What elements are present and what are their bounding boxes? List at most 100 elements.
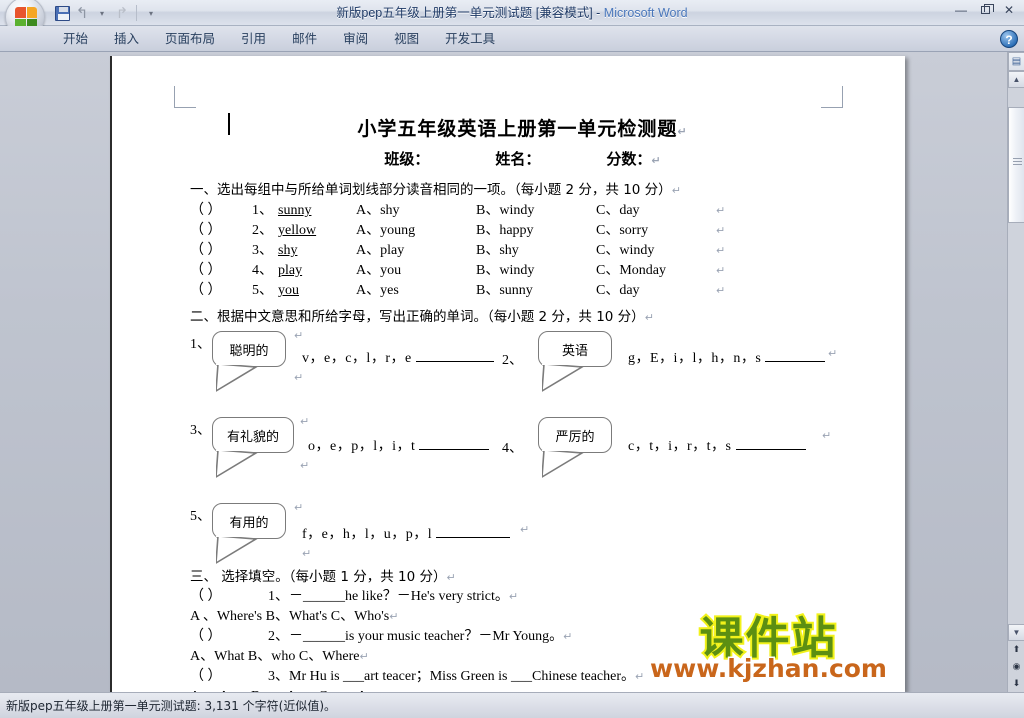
- tab-references[interactable]: 引用: [228, 27, 279, 51]
- tab-page-layout[interactable]: 页面布局: [152, 27, 228, 51]
- window-title: 新版pep五年级上册第一单元测试题 [兼容模式] - Microsoft Wor…: [0, 0, 1024, 26]
- status-text: 新版pep五年级上册第一单元测试题: 3,131 个字符(近似值)。: [6, 699, 337, 713]
- item-index: 1、: [190, 337, 211, 352]
- close-button[interactable]: ✕: [998, 1, 1020, 19]
- browse-icon: ▤: [1011, 56, 1022, 67]
- scrollbar-thumb[interactable]: [1008, 107, 1024, 223]
- table-row[interactable]: （ ） 3、 shy A、play B、shy C、windy ↵: [190, 241, 855, 261]
- chevron-up-icon: ▲: [1012, 75, 1021, 84]
- callout-bubble[interactable]: 英语: [538, 331, 612, 392]
- item-letters-text: f，e，h，l，u，p，l: [302, 527, 433, 542]
- option-c[interactable]: C、windy: [596, 241, 716, 261]
- tab-home[interactable]: 开始: [50, 27, 101, 51]
- item-letters: g，E，i，l，h，n，s: [628, 347, 826, 367]
- callout-bubble[interactable]: 严厉的: [538, 417, 612, 478]
- question-text: Mr Hu is ___art teacer；Miss Green is ___…: [289, 669, 636, 684]
- scroll-up-button[interactable]: ▲: [1008, 71, 1024, 88]
- scroll-down-button[interactable]: ▼: [1008, 624, 1024, 641]
- minimize-icon: —: [955, 3, 967, 17]
- row-number: 1、: [252, 203, 273, 218]
- section-2-heading-text: 二、根据中文意思和所给字母，写出正确的单词。（每小题 2 分，共 10 分）: [190, 309, 645, 325]
- answer-paren: （ ）: [190, 283, 222, 298]
- answer-paren: （ ）: [190, 243, 222, 258]
- vertical-scrollbar[interactable]: ▤ ▲ ▼ ⬆ ◉ ⬇: [1007, 52, 1024, 692]
- answer-blank[interactable]: [765, 349, 826, 362]
- fill-row-2: 3、 有礼貌的 ↵ o，e，p，l，i，t ↵ 4、 严厉的 c，t，i，r，t…: [190, 415, 855, 491]
- callout-bubble[interactable]: 有用的: [212, 503, 286, 564]
- answer-blank[interactable]: [419, 437, 490, 450]
- answer-blank[interactable]: [735, 437, 806, 450]
- answer-blank[interactable]: [415, 349, 494, 362]
- paragraph-mark: ↵: [716, 284, 726, 297]
- option-a[interactable]: A、shy: [356, 201, 476, 221]
- margin-corner-mark-top-right: [821, 86, 843, 108]
- paragraph-mark: ↵: [651, 154, 661, 167]
- paragraph-mark: ↵: [671, 184, 681, 197]
- next-page-button[interactable]: ⬇: [1008, 675, 1024, 692]
- chevron-down-icon: ▼: [1012, 628, 1021, 637]
- item-index: 3、: [190, 423, 211, 438]
- tab-developer[interactable]: 开发工具: [432, 27, 508, 51]
- tab-review[interactable]: 审阅: [330, 27, 381, 51]
- option-a[interactable]: A、young: [356, 221, 476, 241]
- next-page-icon: ⬇: [1012, 678, 1021, 688]
- section-2-heading: 二、根据中文意思和所给字母，写出正确的单词。（每小题 2 分，共 10 分）↵: [190, 305, 855, 325]
- callout-bubble[interactable]: 聪明的: [212, 331, 286, 392]
- restore-button[interactable]: [974, 1, 996, 19]
- item-letters-text: o，e，p，l，i，t: [308, 439, 416, 454]
- option-c[interactable]: C、day: [596, 281, 716, 301]
- option-a[interactable]: A、you: [356, 261, 476, 281]
- paragraph-mark: ↵: [520, 523, 530, 536]
- option-b[interactable]: B、happy: [476, 221, 596, 241]
- table-row[interactable]: （ ） 2、 yellow A、young B、happy C、sorry ↵: [190, 221, 855, 241]
- tab-view[interactable]: 视图: [381, 27, 432, 51]
- callout-text: 英语: [538, 331, 612, 367]
- title-bar: ↰ ▾ ↱ ▾ 新版pep五年级上册第一单元测试题 [兼容模式] - Micro…: [0, 0, 1024, 37]
- paragraph-mark: ↵: [644, 311, 654, 324]
- minimize-button[interactable]: —: [950, 1, 972, 19]
- paragraph-mark: ↵: [716, 264, 726, 277]
- option-b[interactable]: B、windy: [476, 201, 596, 221]
- answer-blank[interactable]: [436, 525, 511, 538]
- callout-bubble[interactable]: 有礼貌的: [212, 417, 294, 478]
- tab-mailings[interactable]: 邮件: [279, 27, 330, 51]
- tab-insert[interactable]: 插入: [101, 27, 152, 51]
- select-browse-object-button[interactable]: ◉: [1008, 658, 1024, 675]
- paragraph-mark: ↵: [389, 610, 399, 623]
- row-stem: play: [278, 263, 303, 278]
- option-c[interactable]: C、day: [596, 201, 716, 221]
- row-number: 1、: [268, 589, 289, 604]
- row-number: 2、: [268, 629, 289, 644]
- row-number: 4、: [252, 263, 273, 278]
- section-3-heading: 三、 选择填空。（每小题 1 分，共 10 分）↵: [190, 565, 855, 585]
- paragraph-mark: ↵: [294, 371, 304, 384]
- document-page[interactable]: 小学五年级英语上册第一单元检测题↵ 班级： 姓名： 分数：↵ 一、选出每组中与所给单…: [110, 56, 905, 704]
- item-index: 5、: [190, 509, 211, 524]
- paragraph-mark: ↵: [294, 501, 304, 514]
- option-b[interactable]: B、sunny: [476, 281, 596, 301]
- word-window: ↰ ▾ ↱ ▾ 新版pep五年级上册第一单元测试题 [兼容模式] - Micro…: [0, 0, 1024, 718]
- select-browse-object-top-button[interactable]: ▤: [1008, 52, 1024, 71]
- callout-tail-icon: [542, 450, 586, 478]
- ribbon-tab-strip: 开始 插入 页面布局 引用 邮件 审阅 视图 开发工具 ?: [0, 26, 1024, 52]
- paragraph-mark: ↵: [508, 590, 519, 603]
- table-row[interactable]: （ ） 5、 you A、yes B、sunny C、day ↵: [190, 281, 855, 301]
- table-row[interactable]: （ ） 4、 play A、you B、windy C、Monday ↵: [190, 261, 855, 281]
- window-title-separator: -: [592, 6, 604, 20]
- previous-page-button[interactable]: ⬆: [1008, 641, 1024, 658]
- option-c[interactable]: C、Monday: [596, 261, 716, 281]
- list-item[interactable]: （ ） 1、－______he like？－He's very strict。↵: [190, 587, 855, 607]
- option-a[interactable]: A、yes: [356, 281, 476, 301]
- paragraph-mark: ↵: [294, 329, 304, 342]
- callout-tail-icon: [216, 536, 260, 564]
- option-b[interactable]: B、windy: [476, 261, 596, 281]
- option-b[interactable]: B、shy: [476, 241, 596, 261]
- option-a[interactable]: A、play: [356, 241, 476, 261]
- option-c[interactable]: C、sorry: [596, 221, 716, 241]
- item-letters-text: g，E，i，l，h，n，s: [628, 351, 762, 366]
- section-1-rows: （ ） 1、 sunny A、shy B、windy C、day ↵ （ ） 2、 yellow…: [190, 201, 855, 301]
- help-button[interactable]: ?: [1000, 30, 1018, 48]
- callout-tail-icon: [216, 450, 260, 478]
- paragraph-mark: ↵: [716, 204, 726, 217]
- table-row[interactable]: （ ） 1、 sunny A、shy B、windy C、day ↵: [190, 201, 855, 221]
